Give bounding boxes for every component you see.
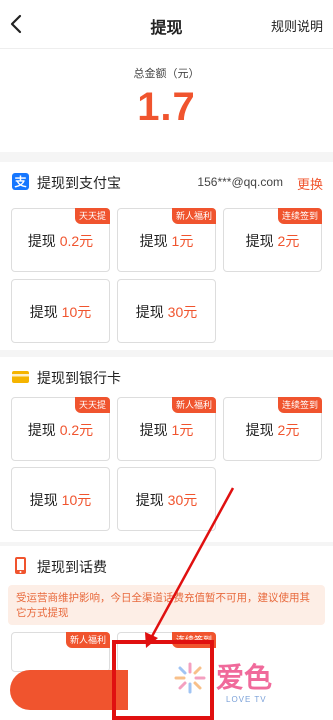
annotation-highlight-box	[112, 640, 214, 720]
annotation-arrow	[145, 487, 235, 648]
